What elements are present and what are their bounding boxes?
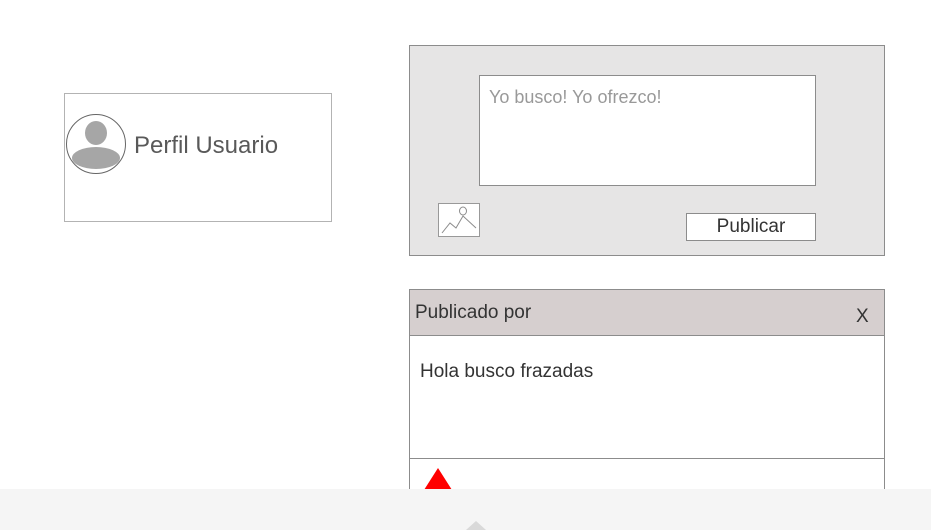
- bottom-bar: [0, 489, 931, 530]
- post-author-label: Publicado por: [415, 302, 532, 323]
- post-header: Publicado por X: [410, 290, 884, 336]
- profile-name[interactable]: Perfil Usuario: [134, 132, 278, 160]
- post-footer-divider: [410, 458, 884, 459]
- post-textarea[interactable]: Yo busco! Yo ofrezco!: [479, 75, 816, 186]
- profile-card[interactable]: Perfil Usuario: [64, 93, 332, 222]
- close-button[interactable]: X: [856, 306, 869, 328]
- post-composer: Yo busco! Yo ofrezco! Publicar: [409, 45, 885, 256]
- chevron-up-icon[interactable]: [464, 521, 488, 530]
- publish-button[interactable]: Publicar: [686, 213, 816, 241]
- post-card: Publicado por X Hola busco frazadas: [409, 289, 885, 489]
- image-icon[interactable]: [438, 203, 480, 237]
- post-body-text: Hola busco frazadas: [420, 361, 594, 382]
- upvote-triangle-icon[interactable]: [424, 468, 452, 489]
- user-avatar-icon[interactable]: [66, 114, 126, 174]
